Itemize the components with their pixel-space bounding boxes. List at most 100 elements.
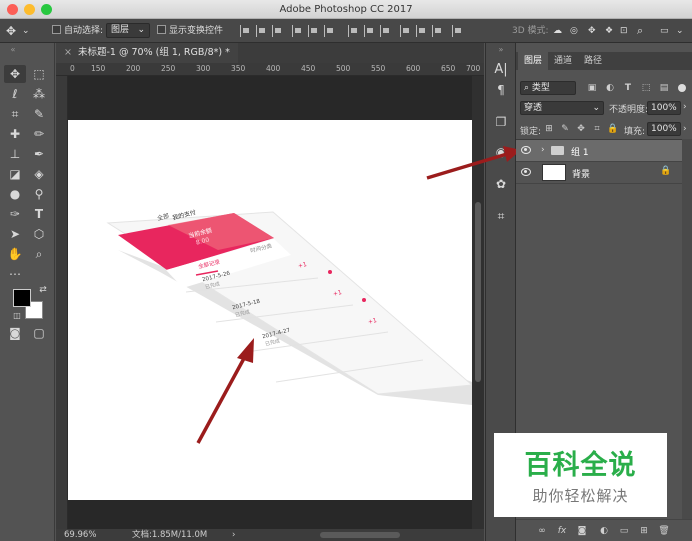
new-group-icon[interactable]: ▭ xyxy=(618,525,630,537)
show-transform-checkbox[interactable]: 显示变换控件 xyxy=(157,24,223,38)
align-hcenter-icon[interactable] xyxy=(308,25,319,37)
tab-paths[interactable]: 路径 xyxy=(578,52,608,70)
magic-wand-tool-icon[interactable]: ⁂ xyxy=(28,85,50,103)
blur-tool-icon[interactable]: ● xyxy=(4,185,26,203)
vertical-ruler[interactable] xyxy=(56,76,68,529)
chevron-down-icon[interactable]: ⌄ xyxy=(676,24,684,38)
healing-brush-tool-icon[interactable]: ✚ xyxy=(4,125,26,143)
brush-tool-icon[interactable]: ✏ xyxy=(28,125,50,143)
history-brush-tool-icon[interactable]: ✒ xyxy=(28,145,50,163)
blend-mode-dropdown[interactable]: 穿透 ⌄ xyxy=(520,101,604,115)
expand-icon[interactable]: » xyxy=(490,41,512,59)
filter-type-icon[interactable]: T xyxy=(622,82,634,94)
chevron-right-icon[interactable]: › xyxy=(232,529,235,541)
opacity-input[interactable]: 100% xyxy=(647,101,681,115)
zoom-level[interactable]: 69.96% xyxy=(64,529,96,541)
layer-row-background[interactable]: 背景 🔒 xyxy=(516,162,682,184)
workspace-icon[interactable]: ▭ xyxy=(660,24,669,38)
close-tab-icon[interactable]: × xyxy=(64,47,72,58)
type-tool-icon[interactable]: T xyxy=(28,205,50,223)
horizontal-scrollbar[interactable] xyxy=(320,532,400,538)
quick-mask-icon[interactable]: ◙ xyxy=(4,324,26,342)
scroll-thumb[interactable] xyxy=(475,202,481,382)
more-tools-icon[interactable]: ⋯ xyxy=(4,265,26,283)
kind-filter-dropdown[interactable]: ⌕ 类型 xyxy=(520,81,576,95)
lasso-tool-icon[interactable]: ℓ xyxy=(4,85,26,103)
marquee-tool-icon[interactable]: ⬚ xyxy=(28,65,50,83)
align-right-icon[interactable] xyxy=(324,25,335,37)
clone-stamp-tool-icon[interactable]: ⊥ xyxy=(4,145,26,163)
eraser-tool-icon[interactable]: ◪ xyxy=(4,165,26,183)
paint-bucket-tool-icon[interactable]: ◈ xyxy=(28,165,50,183)
character-panel-icon[interactable]: A| xyxy=(490,61,512,79)
distribute-vcenter-icon[interactable] xyxy=(364,25,375,37)
tab-channels[interactable]: 通道 xyxy=(548,52,578,70)
dodge-tool-icon[interactable]: ⚲ xyxy=(28,185,50,203)
zoom-window-button[interactable] xyxy=(41,4,52,15)
distribute-hcenter-icon[interactable] xyxy=(416,25,427,37)
move-tool-icon[interactable]: ✥ xyxy=(4,65,26,83)
lock-all-icon[interactable]: 🔒 xyxy=(607,123,619,135)
delete-layer-icon[interactable]: 🗑 xyxy=(658,525,670,537)
close-window-button[interactable] xyxy=(7,4,18,15)
filter-adjustment-icon[interactable]: ◐ xyxy=(604,82,616,94)
eyedropper-tool-icon[interactable]: ✎ xyxy=(28,105,50,123)
layer-row-group-1[interactable]: › 组 1 xyxy=(516,140,682,162)
default-colors-icon[interactable]: ◫ xyxy=(6,307,28,325)
screen-mode-icon[interactable]: ▢ xyxy=(28,324,50,342)
new-layer-icon[interactable]: ⊞ xyxy=(638,525,650,537)
filter-shape-icon[interactable]: ⬚ xyxy=(640,82,652,94)
fill-input[interactable]: 100% xyxy=(647,122,681,136)
path-selection-tool-icon[interactable]: ➤ xyxy=(4,225,26,243)
auto-align-icon[interactable] xyxy=(452,25,463,37)
chevron-down-icon[interactable]: ⌄ xyxy=(22,24,30,38)
layer-style-icon[interactable]: fx xyxy=(556,525,568,537)
align-top-icon[interactable] xyxy=(240,25,251,37)
distribute-left-icon[interactable] xyxy=(400,25,411,37)
filter-pixel-icon[interactable]: ▣ xyxy=(586,82,598,94)
slide-3d-icon[interactable]: ❖ xyxy=(605,24,613,38)
visibility-eye-icon[interactable] xyxy=(521,168,531,176)
zoom-tool-icon[interactable]: ⌕ xyxy=(28,245,50,263)
crop-tool-icon[interactable]: ⌗ xyxy=(4,105,26,123)
visibility-eye-icon[interactable] xyxy=(521,146,531,154)
document-tab[interactable]: × 未标题-1 @ 70% (组 1, RGB/8*) * xyxy=(56,43,238,63)
shape-tool-icon[interactable]: ⬡ xyxy=(28,225,50,243)
rotate-3d-icon[interactable]: ☁ xyxy=(553,24,562,38)
lock-transparent-icon[interactable]: ⊞ xyxy=(543,123,555,135)
lock-position-icon[interactable]: ✥ xyxy=(575,123,587,135)
lock-image-icon[interactable]: ✎ xyxy=(559,123,571,135)
chevron-right-icon[interactable]: › xyxy=(683,124,687,134)
auto-select-dropdown[interactable]: 图层 ⌄ xyxy=(106,23,150,38)
canvas-area[interactable]: 全部 我的支付 当前余额 8.00 全部记录 时间分类 2017-5-26 已完… xyxy=(68,76,472,529)
panel-scrollbar[interactable] xyxy=(682,139,692,519)
align-vcenter-icon[interactable] xyxy=(256,25,267,37)
paragraph-panel-icon[interactable]: ¶ xyxy=(490,81,512,99)
move-tool-icon[interactable]: ✥ xyxy=(6,24,16,38)
auto-select-checkbox[interactable]: 自动选择: xyxy=(52,24,103,38)
tab-layers[interactable]: 图层 xyxy=(518,52,549,70)
align-left-icon[interactable] xyxy=(292,25,303,37)
distribute-bottom-icon[interactable] xyxy=(380,25,391,37)
search-icon[interactable]: ⌕ xyxy=(637,24,643,38)
roll-3d-icon[interactable]: ◎ xyxy=(570,24,578,38)
pan-3d-icon[interactable]: ✥ xyxy=(588,24,596,38)
hand-tool-icon[interactable]: ✋ xyxy=(4,245,26,263)
pen-tool-icon[interactable]: ✑ xyxy=(4,205,26,223)
foreground-color-swatch[interactable] xyxy=(13,289,31,307)
link-layers-icon[interactable]: ∞ xyxy=(536,525,548,537)
chevron-right-icon[interactable]: › xyxy=(541,145,545,155)
layer-name[interactable]: 背景 xyxy=(572,167,590,180)
filter-toggle[interactable] xyxy=(678,84,686,92)
properties-panel-icon[interactable]: ⌗ xyxy=(490,207,512,225)
collapse-icon[interactable]: « xyxy=(2,41,24,59)
adjustment-layer-icon[interactable]: ◐ xyxy=(598,525,610,537)
layer-name[interactable]: 组 1 xyxy=(571,145,589,158)
layers-panel-icon[interactable]: ❐ xyxy=(490,113,512,131)
distribute-top-icon[interactable] xyxy=(348,25,359,37)
chevron-right-icon[interactable]: › xyxy=(683,102,687,112)
minimize-window-button[interactable] xyxy=(24,4,35,15)
horizontal-ruler[interactable]: 0 150 200 250 300 350 400 450 500 550 60… xyxy=(56,63,484,76)
filter-smart-object-icon[interactable]: ▤ xyxy=(658,82,670,94)
add-mask-icon[interactable]: ◙ xyxy=(576,525,588,537)
